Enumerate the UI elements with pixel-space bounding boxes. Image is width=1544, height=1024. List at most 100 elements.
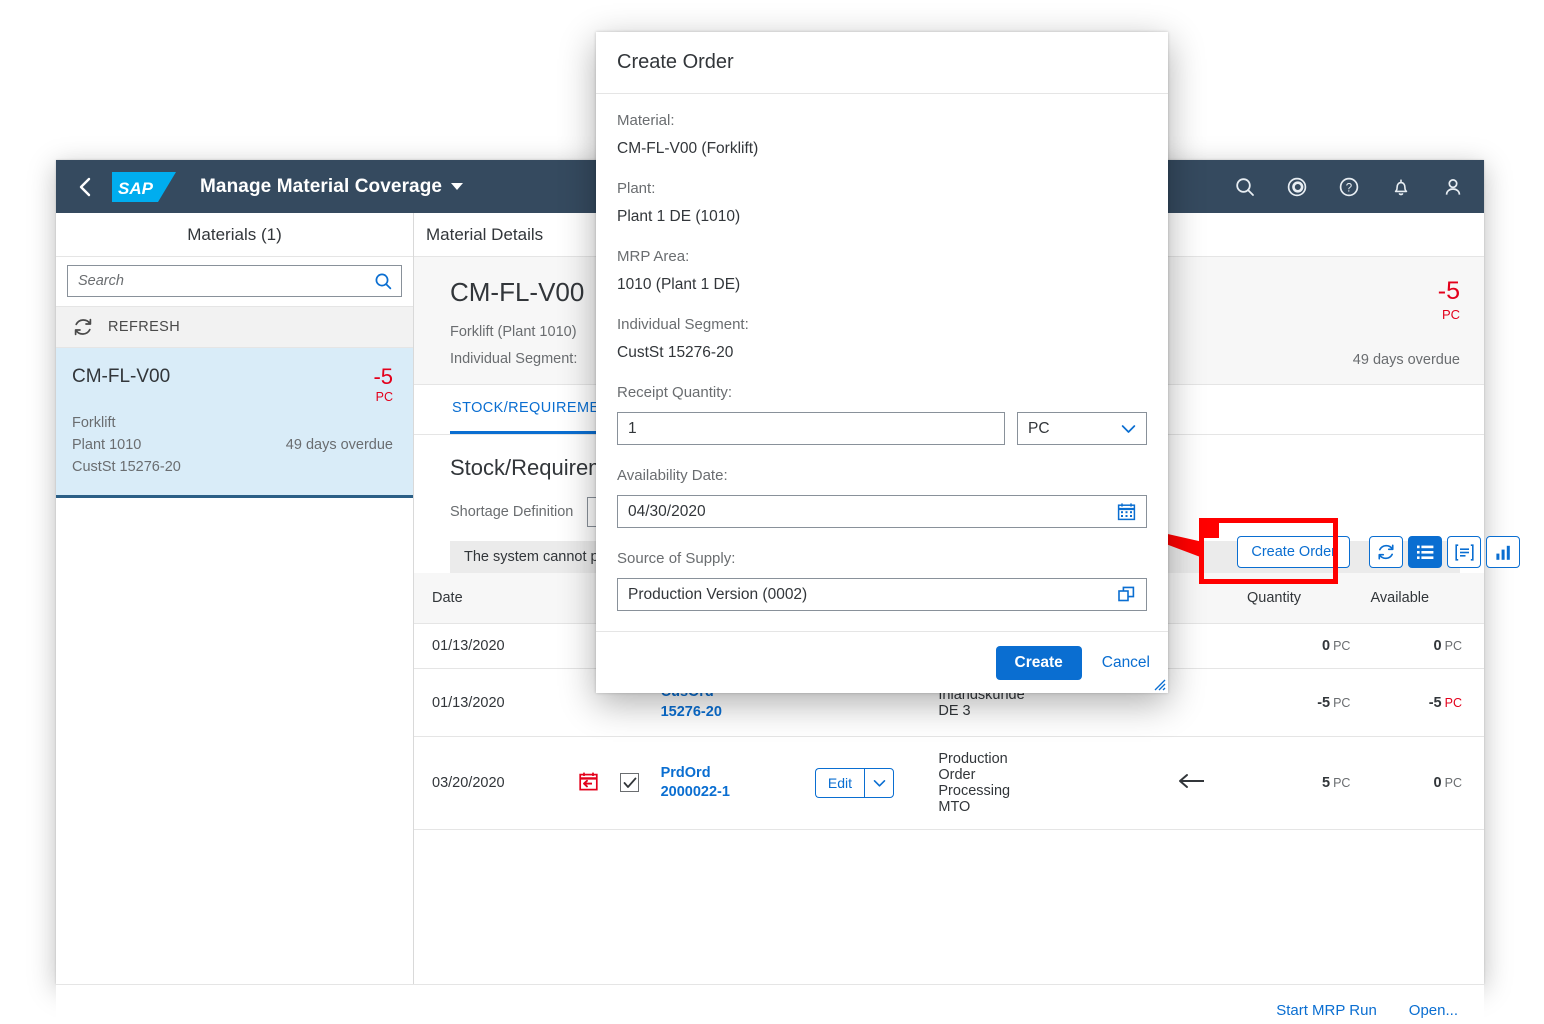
cell-available-value: -5 xyxy=(1428,694,1442,711)
source-of-supply-input[interactable]: Production Version (0002) xyxy=(617,578,1147,611)
cell-available-value: 0 xyxy=(1433,638,1442,654)
search-icon[interactable] xyxy=(1232,174,1258,200)
dialog-title: Create Order xyxy=(596,32,1168,94)
cell-icon xyxy=(568,736,611,831)
master-list-title: Materials (1) xyxy=(56,213,413,257)
object-qty-unit: PC xyxy=(1441,307,1460,322)
object-overdue: 49 days overdue xyxy=(1352,352,1460,368)
cell-available: -5 PC xyxy=(1360,668,1484,738)
cell-available-unit: PC xyxy=(1444,776,1462,791)
source-of-supply-row: Production Version (0002) xyxy=(617,578,1147,611)
unit-of-measure-select[interactable]: PC xyxy=(1017,412,1147,445)
refresh-icon[interactable] xyxy=(1369,536,1403,568)
back-chevron-icon[interactable] xyxy=(68,170,102,204)
individual-segment-label: Individual Segment: xyxy=(617,316,749,333)
cell-available: 0 PC xyxy=(1360,623,1484,669)
start-mrp-run-link[interactable]: Start MRP Run xyxy=(1276,1002,1377,1019)
cell-quantity-value: -5 xyxy=(1317,694,1331,711)
availability-date-row: 04/30/2020 xyxy=(617,495,1147,528)
notifications-bell-icon[interactable] xyxy=(1388,174,1414,200)
calendar-icon[interactable] xyxy=(1117,502,1136,521)
list-item-quantity: -5 PC xyxy=(373,366,393,404)
master-list-panel: Materials (1) REFRESH xyxy=(56,213,414,984)
column-header-available: Available xyxy=(1360,573,1484,624)
shell-actions: ? xyxy=(1232,174,1466,200)
list-item[interactable]: CM-FL-V00 -5 PC Forklift Plant 1010 49 d… xyxy=(56,348,413,498)
search-field[interactable] xyxy=(67,265,402,297)
refresh-button[interactable]: REFRESH xyxy=(56,306,413,348)
cell-quantity-unit: PC xyxy=(1333,639,1351,653)
source-of-supply-value: Production Version (0002) xyxy=(628,585,808,603)
document-link[interactable]: PrdOrd 2000022-1 xyxy=(661,764,795,803)
table-row[interactable]: 03/20/2020 PrdOrd 2000022-1 Edit Product… xyxy=(414,736,1484,831)
cell-date: 03/20/2020 xyxy=(414,736,569,831)
cell-checkbox xyxy=(610,736,651,831)
cell-arrow xyxy=(1144,736,1238,831)
list-item-header: CM-FL-V00 -5 PC xyxy=(72,366,393,404)
chevron-down-icon xyxy=(1121,424,1136,433)
availability-date-label: Availability Date: xyxy=(617,467,728,484)
edit-split-button[interactable]: Edit xyxy=(814,768,895,799)
create-button[interactable]: Create xyxy=(995,645,1082,680)
help-icon[interactable]: ? xyxy=(1336,174,1362,200)
unit-of-measure-value: PC xyxy=(1028,419,1050,437)
cancel-button[interactable]: Cancel xyxy=(1102,654,1150,672)
material-label: Material: xyxy=(617,112,675,129)
master-search-container xyxy=(56,257,413,306)
cell-document: PrdOrd 2000022-1 xyxy=(650,736,805,831)
cell-quantity: -5 PC xyxy=(1237,668,1361,738)
cell-available: 0 PC xyxy=(1360,736,1484,831)
cell-available-unit: PC xyxy=(1444,639,1462,653)
mrp-area-value: 1010 (Plant 1 DE) xyxy=(617,276,741,293)
detail-view-icon[interactable] xyxy=(1447,536,1481,568)
list-item-material-id: CM-FL-V00 xyxy=(72,366,171,387)
availability-date-value: 04/30/2020 xyxy=(628,502,706,520)
search-input[interactable] xyxy=(78,273,374,289)
individual-segment-value: CustSt 15276-20 xyxy=(617,344,734,361)
column-header-quantity: Quantity xyxy=(1237,573,1361,624)
mrp-area-label: MRP Area: xyxy=(617,248,690,265)
arrow-left-icon xyxy=(1178,774,1204,789)
plant-label: Plant: xyxy=(617,180,656,197)
search-icon[interactable] xyxy=(374,272,393,291)
copilot-icon[interactable] xyxy=(1284,174,1310,200)
table-toolbar: Create Order xyxy=(1237,536,1520,568)
edit-button[interactable]: Edit xyxy=(814,768,865,799)
list-item-qty-unit: PC xyxy=(375,390,393,404)
receipt-quantity-input[interactable]: 1 xyxy=(617,412,1005,445)
create-order-button[interactable]: Create Order xyxy=(1237,536,1350,568)
cell-action: Edit xyxy=(804,736,929,831)
cell-quantity: 0 PC xyxy=(1237,623,1361,669)
user-avatar-icon[interactable] xyxy=(1440,174,1466,200)
dialog-resize-handle[interactable] xyxy=(1152,677,1166,691)
screenshot-root: SAP Manage Material Coverage ? Materials… xyxy=(0,0,1544,1024)
chevron-down-icon xyxy=(451,183,464,190)
reschedule-out-calendar-icon[interactable] xyxy=(578,771,599,792)
list-item-qty-value: -5 xyxy=(373,364,393,389)
edit-dropdown-toggle[interactable] xyxy=(864,768,895,799)
create-order-dialog: Create Order Material: CM-FL-V00 (Forkli… xyxy=(596,32,1168,693)
cell-date: 01/13/2020 xyxy=(414,668,569,738)
cell-date: 01/13/2020 xyxy=(414,623,569,669)
list-item-plant-row: Plant 1010 49 days overdue xyxy=(72,437,393,453)
cell-available-value: 0 xyxy=(1433,775,1442,792)
receipt-quantity-row: 1 PC xyxy=(617,412,1147,445)
list-item-segment-row: CustSt 15276-20 xyxy=(72,459,393,475)
cell-quantity-unit: PC xyxy=(1333,776,1351,791)
table-view-icons xyxy=(1364,536,1520,568)
availability-date-input[interactable]: 04/30/2020 xyxy=(617,495,1147,528)
open-link[interactable]: Open... xyxy=(1409,1002,1458,1019)
list-view-icon[interactable] xyxy=(1408,536,1442,568)
dialog-footer: Create Cancel xyxy=(596,631,1168,693)
refresh-label: REFRESH xyxy=(108,319,181,335)
value-help-icon[interactable] xyxy=(1117,585,1136,604)
source-of-supply-label: Source of Supply: xyxy=(617,550,736,567)
cell-quantity: 5 PC xyxy=(1237,736,1361,831)
column-header-date: Date xyxy=(414,573,569,624)
row-checkbox[interactable] xyxy=(620,773,640,793)
app-title: Manage Material Coverage xyxy=(200,175,443,197)
plant-value: Plant 1 DE (1010) xyxy=(617,208,741,225)
app-title-menu[interactable]: Manage Material Coverage xyxy=(200,175,464,198)
list-item-overdue: 49 days overdue xyxy=(285,436,393,453)
chart-view-icon[interactable] xyxy=(1486,536,1520,568)
